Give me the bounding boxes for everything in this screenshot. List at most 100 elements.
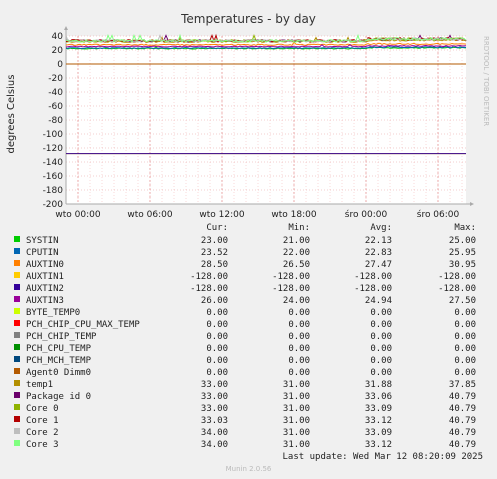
legend-value-avg: 33.09 [365, 404, 392, 414]
legend-value-cur: 0.00 [206, 320, 228, 330]
legend-value-min: 24.00 [283, 296, 310, 306]
x-tick-label: wto 12:00 [199, 210, 244, 220]
legend-name-byte-temp0: BYTE_TEMP0 [26, 308, 80, 318]
legend-name-package-id-0: Package id 0 [26, 392, 91, 402]
legend-value-min: 0.00 [288, 320, 310, 330]
y-axis-label: degrees Celsius [6, 75, 17, 154]
legend-name-auxtin3: AUXTIN3 [26, 296, 64, 306]
legend-value-max: 37.85 [449, 380, 476, 390]
legend-value-avg: 27.47 [365, 260, 392, 270]
legend-value-cur: 0.00 [206, 332, 228, 342]
legend-value-avg: 22.83 [365, 248, 392, 258]
legend-value-cur: 26.00 [201, 296, 228, 306]
legend-name-pch-mch-temp: PCH_MCH_TEMP [26, 356, 92, 366]
legend-value-max: 0.00 [454, 320, 476, 330]
legend-value-min: -128.00 [272, 272, 310, 282]
legend-value-avg: 0.00 [370, 308, 392, 318]
legend-value-cur: 33.00 [201, 404, 228, 414]
legend-value-min: 31.00 [283, 428, 310, 438]
legend-value-min: 0.00 [288, 344, 310, 354]
legend-value-cur: 28.50 [201, 260, 228, 270]
legend-swatch-core-0 [14, 404, 20, 410]
x-tick-label: śro 06:00 [417, 209, 460, 220]
legend-value-avg: 33.12 [365, 440, 392, 450]
legend-value-min: 22.00 [283, 248, 310, 258]
legend-value-max: 30.95 [449, 260, 476, 270]
plot-area: 40 20 0 -20 -40 -60 -80 -100 -120 -140 -160 -180 -20… [43, 26, 474, 220]
legend-name-pch-chip-cpu-max-temp: PCH_CHIP_CPU_MAX_TEMP [26, 320, 140, 330]
legend-swatch-cputin [14, 248, 20, 254]
legend-value-min: 21.00 [283, 236, 310, 246]
legend-value-cur: 0.00 [206, 356, 228, 366]
legend-value-cur: -128.00 [190, 284, 228, 294]
legend-value-max: 25.00 [449, 236, 476, 246]
y-axis-arrow [64, 26, 68, 30]
y-tick-label: -40 [48, 88, 63, 98]
legend-value-min: 31.00 [283, 440, 310, 450]
legend-value-min: 0.00 [288, 332, 310, 342]
legend-value-cur: 33.00 [201, 392, 228, 402]
legend-swatch-auxtin1 [14, 272, 20, 278]
last-update: Last update: Wed Mar 12 08:20:09 2025 [283, 452, 483, 462]
legend-swatch-pch-chip-cpu-max-temp [14, 320, 20, 326]
legend-value-max: -128.00 [438, 284, 476, 294]
y-tick-label: -80 [48, 116, 63, 126]
legend-swatch-core-2 [14, 428, 20, 434]
legend-value-avg: 24.94 [365, 296, 392, 306]
legend-value-cur: 33.03 [201, 416, 228, 426]
legend-swatch-byte-temp0 [14, 308, 20, 314]
legend-value-max: 40.79 [449, 416, 476, 426]
legend-name-cputin: CPUTIN [26, 248, 59, 258]
legend-value-avg: 22.13 [365, 236, 392, 246]
legend-value-max: 40.79 [449, 392, 476, 402]
legend-value-max: 27.50 [449, 296, 476, 306]
legend-value-avg: 0.00 [370, 320, 392, 330]
temperature-chart: Temperatures - by day degrees Celsius RR… [6, 12, 490, 473]
legend-name-auxtin1: AUXTIN1 [26, 272, 64, 282]
y-tick-label: 40 [52, 32, 64, 42]
legend-swatch-temp1 [14, 380, 20, 386]
legend-value-min: 0.00 [288, 356, 310, 366]
y-tick-label: -180 [43, 186, 64, 196]
legend-value-max: 0.00 [454, 368, 476, 378]
legend-value-cur: 0.00 [206, 308, 228, 318]
legend-value-min: 0.00 [288, 368, 310, 378]
legend-name-pch-cpu-temp: PCH_CPU_TEMP [26, 344, 92, 354]
legend-value-avg: 0.00 [370, 332, 392, 342]
legend-value-avg: 33.12 [365, 416, 392, 426]
legend-name-core-3: Core 3 [26, 440, 59, 450]
y-tick-label: -20 [48, 74, 63, 84]
legend-value-max: 25.95 [449, 248, 476, 258]
legend-swatch-auxtin0 [14, 260, 20, 266]
x-tick-label: śro 00:00 [345, 209, 388, 220]
legend-name-auxtin0: AUXTIN0 [26, 260, 64, 270]
legend-value-max: 0.00 [454, 356, 476, 366]
legend-name-core-1: Core 1 [26, 416, 59, 426]
y-tick-label: -160 [43, 172, 64, 182]
y-tick-label: -140 [43, 158, 64, 168]
legend-value-cur: 23.52 [201, 248, 228, 258]
legend-swatch-pch-chip-temp [14, 332, 20, 338]
y-tick-label: -120 [43, 144, 64, 154]
legend-value-min: -128.00 [272, 284, 310, 294]
munin-version: Munin 2.0.56 [226, 465, 272, 473]
x-tick-label: wto 00:00 [55, 210, 100, 220]
legend-table: Cur: Min: Avg: Max: SYSTIN 23.00 21.00 22.13 25.… [14, 223, 476, 450]
legend-swatch-agent0-dimm0 [14, 368, 20, 374]
rrdtool-credit: RRDTOOL / TOBI OETIKER [482, 36, 490, 126]
y-tick-label: 20 [52, 46, 64, 56]
legend-value-max: 0.00 [454, 332, 476, 342]
legend-value-max: 40.79 [449, 428, 476, 438]
legend-name-core-0: Core 0 [26, 404, 59, 414]
legend-value-min: 0.00 [288, 308, 310, 318]
legend-name-auxtin2: AUXTIN2 [26, 284, 64, 294]
legend-name-agent0-dimm0: Agent0 Dimm0 [26, 368, 91, 378]
y-tick-label: -200 [43, 200, 64, 210]
legend-value-avg: 31.88 [365, 380, 392, 390]
legend-swatch-core-1 [14, 416, 20, 422]
y-tick-label: -60 [48, 102, 63, 112]
legend-swatch-core-3 [14, 440, 20, 446]
y-tick-label: -100 [43, 130, 64, 140]
legend-value-cur: 34.00 [201, 440, 228, 450]
legend-value-max: 0.00 [454, 344, 476, 354]
